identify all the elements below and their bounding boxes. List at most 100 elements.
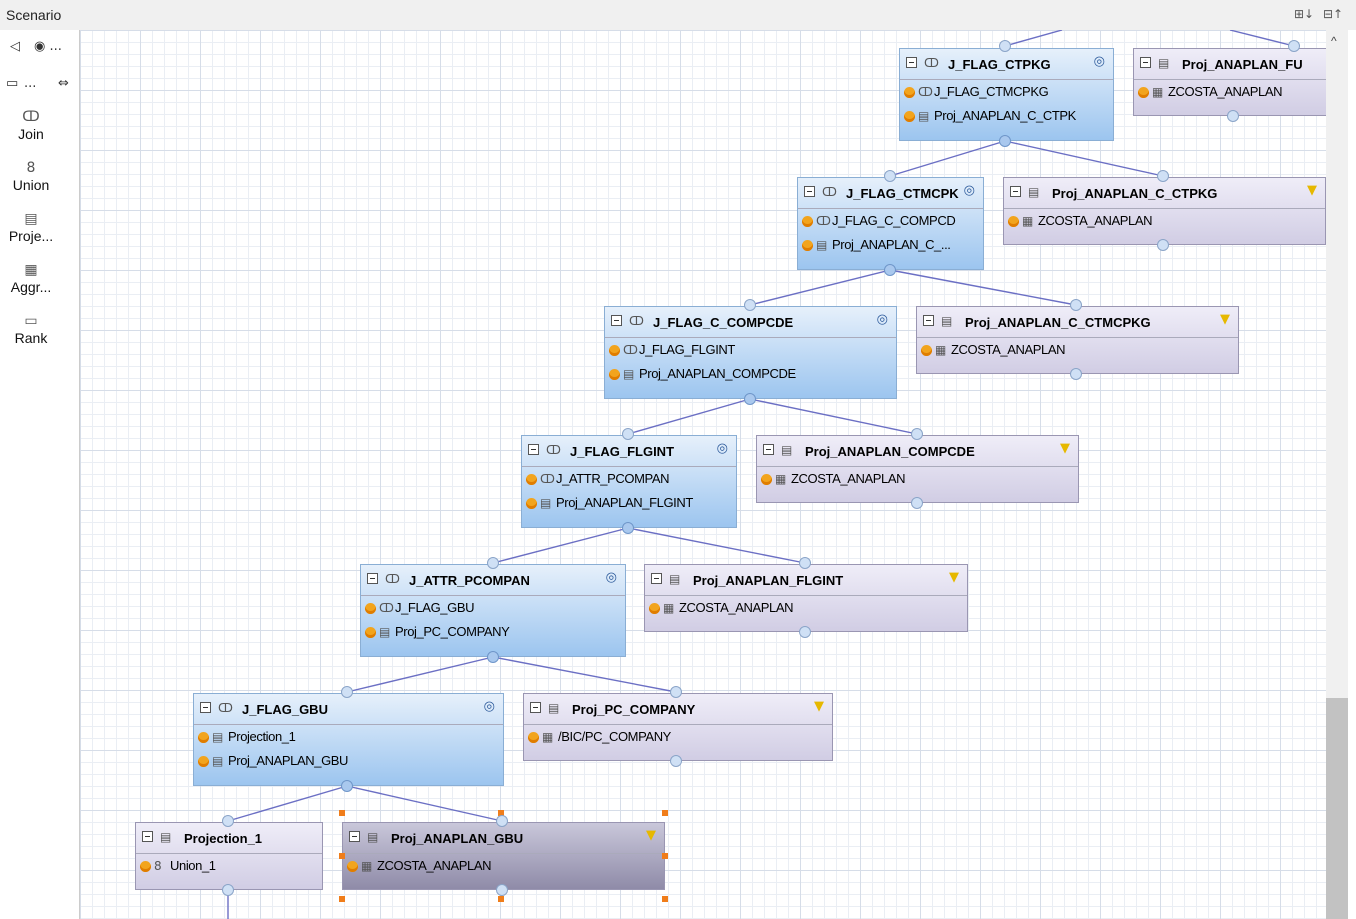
scrollbar-thumb[interactable] — [1326, 698, 1348, 919]
scenario-canvas[interactable]: ↀ J_FLAG_CTPKG ◎ ↀ J_FLAG_CTMCPKG ▤ Proj_ANA… — [80, 30, 1326, 919]
node-input-row[interactable]: ▤ Proj_PC_COMPANY — [361, 620, 625, 644]
collapse-icon[interactable] — [530, 702, 541, 713]
palette-item-join[interactable]: ↀ Join — [0, 108, 62, 142]
selection-handle[interactable] — [498, 896, 504, 902]
node-input-row[interactable]: ▤ Proj_ANAPLAN_FLGINT — [522, 491, 736, 515]
input-port[interactable] — [1288, 40, 1300, 52]
node-input-row[interactable]: ▤ Proj_ANAPLAN_C_CTPK — [900, 104, 1113, 128]
input-port[interactable] — [911, 428, 923, 440]
node-input-row[interactable]: ↀ J_FLAG_FLGINT — [605, 338, 896, 362]
input-port[interactable] — [1070, 299, 1082, 311]
node-proj-anaplan-fu[interactable]: ▤ Proj_ANAPLAN_FU ▦ ZCOSTA_ANAPLAN — [1133, 48, 1326, 116]
palette-folder-icon[interactable]: ▭ — [6, 76, 18, 91]
collapse-icon[interactable] — [200, 702, 211, 713]
output-port[interactable] — [1070, 368, 1082, 380]
node-input-row[interactable]: ↀ J_FLAG_C_COMPCD — [798, 209, 983, 233]
input-port[interactable] — [744, 299, 756, 311]
palette-folder-label[interactable]: ... — [24, 76, 36, 91]
node-input-row[interactable]: ↀ J_ATTR_PCOMPAN — [522, 467, 736, 491]
selection-handle[interactable] — [662, 896, 668, 902]
collapse-icon[interactable] — [349, 831, 360, 842]
input-port[interactable] — [670, 686, 682, 698]
node-input-row[interactable]: 8 Union_1 — [136, 854, 322, 878]
input-port[interactable] — [622, 428, 634, 440]
node-input-row[interactable]: ▦ ZCOSTA_ANAPLAN — [917, 338, 1238, 362]
output-port[interactable] — [222, 815, 234, 827]
collapse-icon[interactable] — [528, 444, 539, 455]
output-port[interactable] — [622, 522, 634, 534]
node-input-row[interactable]: ↀ J_FLAG_GBU — [361, 596, 625, 620]
output-port[interactable] — [341, 780, 353, 792]
node-input-row[interactable]: ▦ ZCOSTA_ANAPLAN — [343, 854, 664, 878]
node-projection-1[interactable]: ▤ Projection_1 8 Union_1 — [135, 822, 323, 890]
node-j-flag-flgint[interactable]: ↀ J_FLAG_FLGINT ◎ ↀ J_ATTR_PCOMPAN ▤ Proj_AN… — [521, 435, 737, 528]
node-proj-anaplan-compcde[interactable]: ▤ Proj_ANAPLAN_COMPCDE ▼ ▦ ZCOSTA_ANAPLAN — [756, 435, 1079, 503]
output-port[interactable] — [884, 264, 896, 276]
node-input-row[interactable]: ▤ Proj_ANAPLAN_GBU — [194, 749, 503, 773]
node-j-flag-ctmcpk[interactable]: ↀ J_FLAG_CTMCPK ◎ ↀ J_FLAG_C_COMPCD ▤ Proj_A… — [797, 177, 984, 270]
node-input-row[interactable]: ▤ Projection_1 — [194, 725, 503, 749]
selection-handle[interactable] — [339, 896, 345, 902]
collapse-icon[interactable] — [1140, 57, 1151, 68]
output-port[interactable] — [1227, 110, 1239, 122]
collapse-icon[interactable] — [1010, 186, 1021, 197]
palette-item-union[interactable]: 8 Union — [0, 159, 62, 193]
input-port[interactable] — [487, 557, 499, 569]
selection-handle[interactable] — [339, 810, 345, 816]
node-proj-anaplan-flgint[interactable]: ▤ Proj_ANAPLAN_FLGINT ▼ ▦ ZCOSTA_ANAPLAN — [644, 564, 968, 632]
node-proj-pc-company[interactable]: ▤ Proj_PC_COMPANY ▼ ▦ /BIC/PC_COMPANY — [523, 693, 833, 761]
node-proj-anaplan-gbu[interactable]: ▤ Proj_ANAPLAN_GBU ▼ ▦ ZCOSTA_ANAPLAN — [342, 822, 665, 890]
collapse-icon[interactable] — [923, 315, 934, 326]
palette-item-projection[interactable]: ▤ Proje... — [0, 210, 62, 244]
node-proj-anaplan-c-ctmcpkg[interactable]: ▤ Proj_ANAPLAN_C_CTMCPKG ▼ ▦ ZCOSTA_ANAPLAN — [916, 306, 1239, 374]
input-port[interactable] — [496, 884, 508, 896]
view-title: Scenario — [6, 7, 62, 23]
output-port[interactable] — [670, 755, 682, 767]
collapse-icon[interactable] — [142, 831, 153, 842]
node-input-row[interactable]: ↀ J_FLAG_CTMCPKG — [900, 80, 1113, 104]
node-j-flag-gbu[interactable]: ↀ J_FLAG_GBU ◎ ▤ Projection_1 ▤ Proj_ANAPLAN… — [193, 693, 504, 786]
output-port[interactable] — [799, 626, 811, 638]
output-port[interactable] — [487, 651, 499, 663]
collapse-icon[interactable] — [906, 57, 917, 68]
node-input-row[interactable]: ▦ /BIC/PC_COMPANY — [524, 725, 832, 749]
output-port[interactable] — [911, 497, 923, 509]
node-input-row[interactable]: ▤ Proj_ANAPLAN_C_... — [798, 233, 983, 257]
selection-handle[interactable] — [662, 810, 668, 816]
palette-item-aggregation[interactable]: ▦ Aggr... — [0, 261, 62, 295]
collapse-icon[interactable] — [763, 444, 774, 455]
node-input-row[interactable]: ▦ ZCOSTA_ANAPLAN — [1134, 80, 1326, 104]
input-port[interactable] — [1157, 170, 1169, 182]
scroll-up-icon[interactable]: ^ — [1331, 34, 1337, 48]
node-j-flag-ctpkg[interactable]: ↀ J_FLAG_CTPKG ◎ ↀ J_FLAG_CTMCPKG ▤ Proj_ANA… — [899, 48, 1114, 141]
vertical-scrollbar[interactable]: ^ — [1326, 30, 1348, 919]
output-port[interactable] — [999, 135, 1011, 147]
collapse-icon[interactable] — [804, 186, 815, 197]
input-port[interactable] — [799, 557, 811, 569]
palette-collapse-icon[interactable]: ⇔ — [58, 76, 69, 91]
node-j-flag-c-compcde[interactable]: ↀ J_FLAG_C_COMPCDE ◎ ↀ J_FLAG_FLGINT ▤ Proj_… — [604, 306, 897, 399]
palette-item-rank[interactable]: ▭ Rank — [0, 312, 62, 346]
collapse-icon[interactable] — [367, 573, 378, 584]
expand-all-icon[interactable]: ⊞↓ — [1294, 7, 1314, 21]
node-j-attr-pcompan[interactable]: ↀ J_ATTR_PCOMPAN ◎ ↀ J_FLAG_GBU ▤ Proj_PC_CO… — [360, 564, 626, 657]
node-proj-anaplan-c-ctpkg[interactable]: ▤ Proj_ANAPLAN_C_CTPKG ▼ ▦ ZCOSTA_ANAPLAN — [1003, 177, 1326, 245]
selection-handle[interactable] — [662, 853, 668, 859]
node-input-row[interactable]: ▦ ZCOSTA_ANAPLAN — [757, 467, 1078, 491]
palette-back-icon[interactable]: ◁ — [10, 39, 20, 54]
input-port[interactable] — [222, 884, 234, 896]
output-port[interactable] — [744, 393, 756, 405]
node-input-row[interactable]: ▦ ZCOSTA_ANAPLAN — [645, 596, 967, 620]
input-port[interactable] — [999, 40, 1011, 52]
node-input-row[interactable]: ▤ Proj_ANAPLAN_COMPCDE — [605, 362, 896, 386]
input-port[interactable] — [884, 170, 896, 182]
selection-handle[interactable] — [339, 853, 345, 859]
output-port[interactable] — [1157, 239, 1169, 251]
palette-menu-icon[interactable]: ◉ ... — [34, 39, 62, 54]
output-port[interactable] — [496, 815, 508, 827]
collapse-all-icon[interactable]: ⊟↑ — [1323, 7, 1343, 21]
collapse-icon[interactable] — [651, 573, 662, 584]
input-port[interactable] — [341, 686, 353, 698]
node-input-row[interactable]: ▦ ZCOSTA_ANAPLAN — [1004, 209, 1325, 233]
collapse-icon[interactable] — [611, 315, 622, 326]
